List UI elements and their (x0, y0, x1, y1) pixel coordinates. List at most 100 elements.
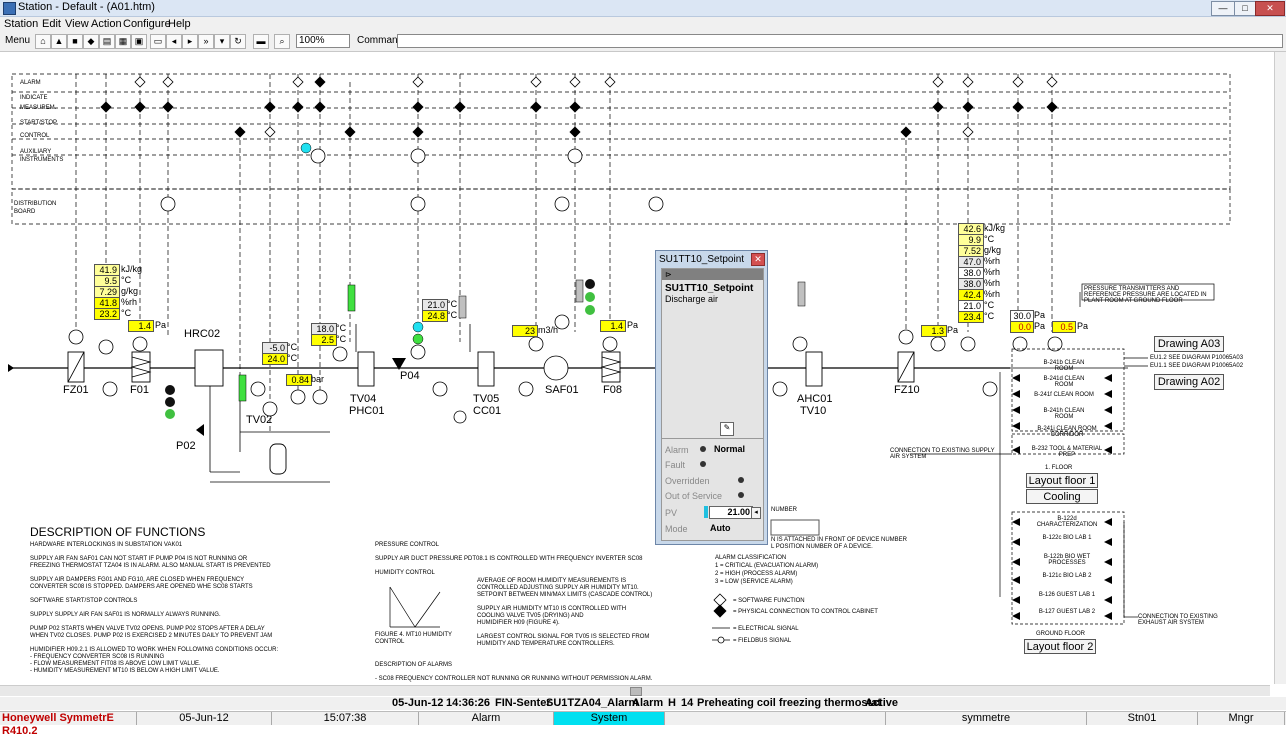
back-icon[interactable]: ◂ (166, 34, 182, 49)
menu-action[interactable]: Action (91, 18, 122, 30)
status-spacer (665, 712, 886, 725)
room-item[interactable]: B-121c BIO LAB 2 (1030, 573, 1104, 579)
menu-edit[interactable]: Edit (42, 18, 61, 30)
unit-label: kJ/kg (121, 264, 143, 274)
unit-p04[interactable]: P04 (400, 371, 420, 382)
alarm-icon[interactable]: ▲ (51, 34, 67, 49)
minimize-button[interactable]: — (1211, 1, 1235, 16)
unit-f01[interactable]: F01 (130, 385, 149, 396)
status-system-button[interactable]: System (554, 712, 665, 725)
zoom-select[interactable]: 100% (296, 34, 350, 48)
value-pressure-half[interactable]: 0.5 (1052, 321, 1076, 333)
setpoint-faceplate[interactable]: SU1TT10_Setpoint ✕ ⊳ SU1TT10_Setpoint Di… (655, 250, 768, 545)
alarm-number: 14 (681, 697, 694, 709)
room-item[interactable]: B-241b CLEAN ROOM (1034, 360, 1094, 372)
forward-icon[interactable]: ▸ (182, 34, 198, 49)
layout-floor1-button[interactable]: Layout floor 1 (1026, 473, 1098, 488)
unit-fz10[interactable]: FZ10 (894, 385, 920, 396)
refresh-icon[interactable]: ↻ (230, 34, 246, 49)
trend-icon[interactable]: ▦ (115, 34, 131, 49)
horizontal-scrollbar[interactable] (0, 685, 1270, 696)
room-item[interactable]: B-241h CLEAN ROOM (1034, 408, 1094, 420)
row-label-indicate: INDICATE (20, 95, 48, 101)
alarm-indicator (700, 446, 706, 452)
room-item[interactable]: B-232 TOOL & MATERIAL PREP (1030, 446, 1104, 458)
alarm-location: FIN-Senter (495, 697, 551, 709)
room-item[interactable]: B-122d CHARACTERIZATION (1030, 516, 1104, 528)
drawing-a02-button[interactable]: Drawing A02 (1154, 374, 1224, 390)
scroll-thumb[interactable] (630, 687, 642, 696)
figure-caption: FIGURE 4. MT10 HUMIDITY CONTROL (375, 632, 452, 645)
unit-ahc01[interactable]: AHC01 (797, 394, 832, 405)
vertical-scrollbar[interactable] (1274, 52, 1286, 684)
value-temp2[interactable]: 23.2 (94, 308, 120, 320)
value-airflow[interactable]: 23 (512, 325, 538, 337)
status-level: Mngr (1198, 712, 1285, 725)
menu-station[interactable]: Station (4, 18, 38, 30)
history-icon[interactable]: ▾ (214, 34, 230, 49)
lock-icon[interactable]: ■ (67, 34, 83, 49)
report-icon[interactable]: ▤ (99, 34, 115, 49)
value-hrc-temp2[interactable]: 24.0 (262, 353, 288, 365)
alarm-line[interactable]: 05-Jun-12 14:36:26 FIN-Senter SU1TZA04_A… (0, 697, 1286, 710)
room-item[interactable]: B-241d CLEAN ROOM (1034, 376, 1094, 388)
room-item[interactable]: B-122b BIO WET PROCESSES (1030, 554, 1104, 566)
value-pressure-zero[interactable]: 0.0 (1010, 321, 1034, 333)
menu-configure[interactable]: Configure (123, 18, 171, 30)
unit-f08[interactable]: F08 (603, 385, 622, 396)
room-item[interactable]: B-127 GUEST LAB 2 (1030, 609, 1104, 615)
fault-label: Fault (665, 460, 686, 470)
unit-tv04[interactable]: TV04 (350, 394, 376, 405)
room-item[interactable]: B-241f CLEAN ROOM (1034, 392, 1094, 398)
value-pressure-bar[interactable]: 0.84 (286, 374, 312, 386)
cooling-button[interactable]: Cooling (1026, 489, 1098, 504)
unit-hrc02[interactable]: HRC02 (184, 329, 220, 340)
value-phc-temp2[interactable]: 2.5 (311, 334, 337, 346)
network-icon[interactable]: ⌂ (35, 34, 51, 49)
value-supply-temp2[interactable]: 23.4 (958, 311, 984, 323)
value-pressure-f08[interactable]: 1.4 (600, 320, 626, 332)
faceplate-close-button[interactable]: ✕ (751, 253, 765, 266)
unit-tv02[interactable]: TV02 (246, 415, 272, 426)
notes-icon[interactable]: ▣ (131, 34, 147, 49)
unit-tv10[interactable]: TV10 (800, 406, 826, 417)
faceplate-pin-icon[interactable]: ⊳ (662, 269, 763, 280)
maximize-button[interactable]: □ (1234, 1, 1256, 16)
room-item[interactable]: B-122c BIO LAB 1 (1030, 535, 1104, 541)
room-item[interactable]: B-126 GUEST LAB 1 (1030, 592, 1104, 598)
room-item[interactable]: B-241j CLEAN ROOM CORRIDOR (1030, 426, 1104, 438)
page-icon[interactable]: » (198, 34, 214, 49)
pv-spin-icon[interactable]: ◂ (751, 507, 761, 519)
unit-label: %rh (984, 289, 1001, 299)
menu-label[interactable]: Menu (5, 35, 30, 46)
menu-view[interactable]: View (65, 18, 89, 30)
display-icon[interactable]: ▭ (150, 34, 166, 49)
status-alarm-button[interactable]: Alarm (419, 712, 554, 725)
unit-fz01[interactable]: FZ01 (63, 385, 89, 396)
unit-p02[interactable]: P02 (176, 441, 196, 452)
layout-floor2-button[interactable]: Layout floor 2 (1024, 639, 1096, 654)
value-pressure-fz10[interactable]: 1.3 (921, 325, 947, 337)
unit-cc01[interactable]: CC01 (473, 406, 501, 417)
console-icon[interactable]: ▬ (253, 34, 269, 49)
status-time: 15:07:38 (272, 712, 419, 725)
unit-saf01[interactable]: SAF01 (545, 385, 579, 396)
value-pressure-f01[interactable]: 1.4 (128, 320, 154, 332)
pv-input[interactable]: 21.00 (709, 506, 753, 519)
value-cc-temp2[interactable]: 24.8 (422, 310, 448, 322)
bell-icon[interactable]: ◆ (83, 34, 99, 49)
magnifier-icon[interactable]: ⌕ (274, 34, 290, 49)
unit-label: °C (447, 299, 458, 309)
close-button[interactable]: ✕ (1255, 1, 1285, 16)
menu-help[interactable]: Help (168, 18, 191, 30)
unit-tv05[interactable]: TV05 (473, 394, 499, 405)
unit-label: %rh (984, 267, 1001, 277)
drawing-a03-button[interactable]: Drawing A03 (1154, 336, 1224, 352)
eu12-note: EU1.2 SEE DIAGRAM P10065A03 (1150, 355, 1244, 361)
unit-phc01[interactable]: PHC01 (349, 406, 384, 417)
command-input[interactable] (397, 34, 1283, 48)
unit-label: m3/h (538, 325, 559, 335)
faceplate-edit-icon[interactable]: ✎ (720, 422, 734, 436)
description-mid2: AVERAGE OF ROOM HUMIDITY MEASUREMENTS IS… (477, 578, 653, 647)
floor1-label: 1. FLOOR (1045, 465, 1073, 471)
